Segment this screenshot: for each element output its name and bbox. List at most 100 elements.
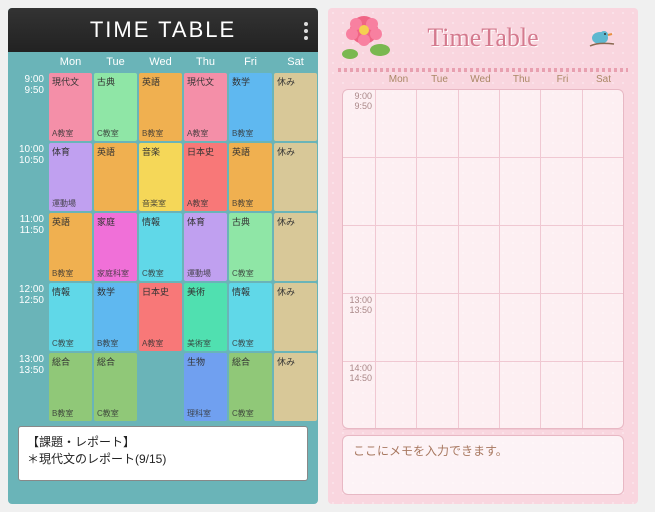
- class-cell[interactable]: 生物理科室: [184, 353, 227, 421]
- room-label: C教室: [232, 338, 269, 349]
- day-header: Tue: [419, 72, 460, 87]
- class-cell[interactable]: 休み: [274, 143, 317, 211]
- time-label: 11:0011:50: [8, 212, 44, 282]
- subject-label: 英語: [52, 215, 89, 228]
- app-title: TIME TABLE: [90, 17, 236, 43]
- subject-label: 休み: [277, 285, 314, 298]
- class-cell[interactable]: 情報 C教室: [229, 283, 272, 351]
- memo-area[interactable]: ここにメモを入力できます。: [342, 435, 624, 495]
- room-label: 家庭科室: [97, 268, 134, 279]
- timetable-grid: 9:009:5010:0010:5011:0011:5012:0012:5013…: [8, 72, 318, 422]
- room-label: 運動場: [52, 198, 89, 209]
- class-cell[interactable]: 英語: [94, 143, 137, 211]
- room-label: B教室: [232, 198, 269, 209]
- grid-row: 英語B教室家庭家庭科室情報C教室体育運動場古典C教室休み: [48, 212, 318, 282]
- day-header: Wed: [138, 52, 183, 72]
- day-header: Mon: [48, 52, 93, 72]
- subject-label: 情報: [232, 285, 269, 298]
- subject-label: 現代文: [52, 75, 89, 88]
- room-label: 美術室: [187, 338, 224, 349]
- grid-row: 現代文A教室古典C教室英語B教室現代文A教室数学B教室休み: [48, 72, 318, 142]
- class-cell[interactable]: 休み: [274, 73, 317, 141]
- day-header: Mon: [378, 72, 419, 87]
- time-column: 9:009:5010:0010:5011:0011:5012:0012:5013…: [8, 72, 48, 422]
- memo-area[interactable]: 【課題・レポート】 ＊現代文のレポート(9/15): [18, 426, 308, 481]
- app-header: TimeTable: [328, 8, 638, 68]
- subject-label: 休み: [277, 215, 314, 228]
- subject-label: 古典: [97, 75, 134, 88]
- menu-icon[interactable]: [304, 22, 308, 40]
- class-cell[interactable]: 情報C教室: [139, 213, 182, 281]
- app-title: TimeTable: [427, 23, 538, 53]
- room-label: B教室: [142, 128, 179, 139]
- memo-placeholder: ここにメモを入力できます。: [353, 444, 508, 458]
- subject-label: 総合: [52, 355, 89, 368]
- room-label: C教室: [97, 408, 134, 419]
- time-label: 9:009:50: [8, 72, 44, 142]
- timetable-app-dark: TIME TABLE MonTueWedThuFriSat 9:009:5010…: [8, 8, 318, 504]
- class-cell[interactable]: 休み: [274, 353, 317, 421]
- room-label: B教室: [232, 128, 269, 139]
- class-cell[interactable]: 休み: [274, 283, 317, 351]
- class-cell[interactable]: 数学B教室: [229, 73, 272, 141]
- class-cell[interactable]: 体育運動場: [184, 213, 227, 281]
- grid-row: 総合B教室総合C教室生物理科室総合C教室休み: [48, 352, 318, 422]
- room-label: C教室: [52, 338, 89, 349]
- class-cell[interactable]: 英語 B教室: [229, 143, 272, 211]
- timetable-grid[interactable]: 9:009:5013:0013:5014:0014:50: [342, 89, 624, 429]
- room-label: 運動場: [187, 268, 224, 279]
- class-cell[interactable]: 英語 B教室: [139, 73, 182, 141]
- subject-label: 英語: [232, 145, 269, 158]
- subject-label: 日本史: [187, 145, 224, 158]
- grid-row: 情報C教室数学B教室日本史A教室美術美術室情報C教室休み: [48, 282, 318, 352]
- subject-label: 情報: [142, 215, 179, 228]
- subject-label: 古典: [232, 215, 269, 228]
- room-label: 音楽室: [142, 198, 179, 209]
- class-cell[interactable]: 情報C教室: [49, 283, 92, 351]
- day-header: Wed: [460, 72, 501, 87]
- class-cell[interactable]: 現代文 A教室: [49, 73, 92, 141]
- subject-label: 体育: [187, 215, 224, 228]
- time-label: 10:0010:50: [8, 142, 44, 212]
- subject-label: 家庭: [97, 215, 134, 228]
- day-header-row: MonTueWedThuFriSat: [342, 72, 624, 87]
- class-cell[interactable]: 体育運動場: [49, 143, 92, 211]
- room-label: 理科室: [187, 408, 224, 419]
- day-header: Sat: [583, 72, 624, 87]
- day-header: Fri: [228, 52, 273, 72]
- subject-label: 現代文: [187, 75, 224, 88]
- day-header-row: MonTueWedThuFriSat: [8, 52, 318, 72]
- subject-label: 美術: [187, 285, 224, 298]
- class-cell[interactable]: 音楽音楽室: [139, 143, 182, 211]
- subject-label: 英語: [142, 75, 179, 88]
- class-cell[interactable]: 総合C教室: [94, 353, 137, 421]
- room-label: A教室: [142, 338, 179, 349]
- class-cell[interactable]: 総合 B教室: [49, 353, 92, 421]
- class-cell[interactable]: 休み: [274, 213, 317, 281]
- room-label: C教室: [97, 128, 134, 139]
- subject-label: 英語: [97, 145, 134, 158]
- class-cell[interactable]: 英語B教室: [49, 213, 92, 281]
- room-label: B教室: [52, 408, 89, 419]
- time-label: 13:0013:50: [8, 352, 44, 422]
- bird-icon: [588, 26, 618, 55]
- class-cell[interactable]: 古典C教室: [229, 213, 272, 281]
- day-header: Thu: [501, 72, 542, 87]
- day-header: Sat: [273, 52, 318, 72]
- class-cell[interactable]: 古典 C教室: [94, 73, 137, 141]
- class-cell[interactable]: 美術美術室: [184, 283, 227, 351]
- class-cell[interactable]: 日本史A教室: [139, 283, 182, 351]
- class-cell[interactable]: 総合C教室: [229, 353, 272, 421]
- memo-title: 【課題・レポート】: [27, 433, 299, 450]
- day-header: Fri: [542, 72, 583, 87]
- class-cell[interactable]: 日本史 A教室: [184, 143, 227, 211]
- room-label: A教室: [52, 128, 89, 139]
- empty-cell[interactable]: [139, 353, 182, 421]
- class-cell[interactable]: 家庭家庭科室: [94, 213, 137, 281]
- subject-label: 生物: [187, 355, 224, 368]
- room-label: B教室: [97, 338, 134, 349]
- class-cell[interactable]: 数学 B教室: [94, 283, 137, 351]
- subject-label: 数学: [97, 285, 134, 298]
- class-cell[interactable]: 現代文A教室: [184, 73, 227, 141]
- room-label: A教室: [187, 198, 224, 209]
